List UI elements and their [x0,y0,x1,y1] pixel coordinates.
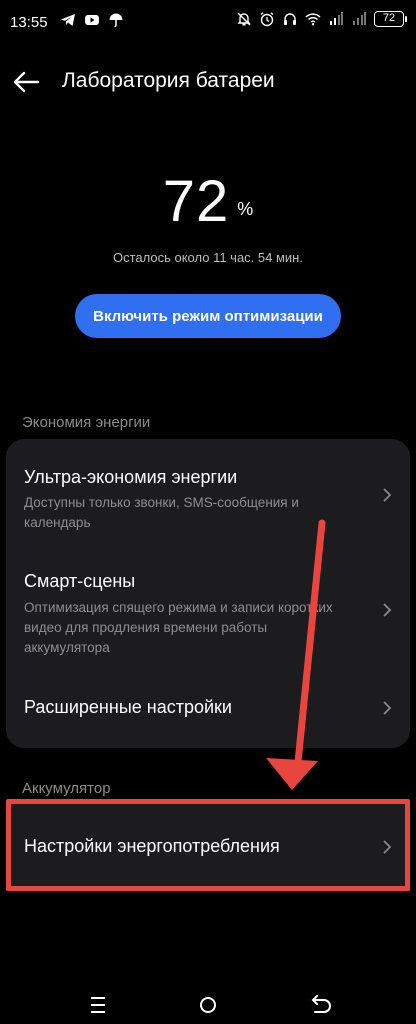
status-time: 13:55 [10,14,48,31]
smart-scenes-item[interactable]: Смарт-сцены Оптимизация спящего режима и… [6,551,410,675]
app-bar: Лаборатория батареи [0,56,416,108]
battery-indicator: 72 [374,11,407,27]
accumulator-card: Настройки энергопотребления [6,802,410,888]
mute-icon [237,12,251,26]
power-consumption-settings-title: Настройки энергопотребления [24,836,280,856]
section-label-accumulator: Аккумулятор [22,780,111,797]
signal-icon-2 [353,12,366,25]
smart-scenes-title: Смарт-сцены [24,571,136,591]
chevron-right-icon [383,840,392,854]
youtube-icon [85,15,99,25]
home-icon[interactable] [188,990,228,1020]
headset-icon [284,13,296,25]
smart-scenes-subtitle: Оптимизация спящего режима и записи коро… [24,600,333,655]
arrow-left-icon[interactable] [10,66,42,98]
status-bar: 13:55 72 [0,0,416,44]
telegram-icon [61,14,75,26]
power-consumption-settings-item[interactable]: Настройки энергопотребления [6,802,410,888]
battery-percent-value: 72 [162,169,230,234]
section-label-energy-saving: Экономия энергии [22,414,151,431]
ultra-saving-item[interactable]: Ультра-экономия энергии Доступны только … [6,439,410,551]
battery-percent: 72% [0,168,416,235]
energy-saving-card: Ультра-экономия энергии Доступны только … [6,439,410,748]
navigation-bar [0,990,416,1024]
ultra-saving-subtitle: Доступны только звонки, SMS-сообщения и … [24,495,299,530]
chevron-right-icon [383,701,392,715]
advanced-settings-item[interactable]: Расширенные настройки [6,675,410,748]
alarm-icon [260,12,274,27]
battery-percent-sign: % [237,199,254,219]
chevron-right-icon [383,488,392,502]
remaining-time: Осталось около 11 час. 54 мин. [113,250,303,265]
advanced-settings-title: Расширенные настройки [24,697,232,717]
chevron-right-icon [383,603,392,617]
signal-icon [330,12,343,25]
back-icon[interactable] [300,990,340,1020]
menu-icon[interactable] [78,990,118,1020]
page-title: Лаборатория батареи [62,69,275,92]
ultra-saving-title: Ультра-экономия энергии [24,467,238,487]
enable-optimization-button[interactable]: Включить режим оптимизации [75,294,341,338]
wifi-icon [305,13,321,26]
umbrella-icon [109,13,123,28]
